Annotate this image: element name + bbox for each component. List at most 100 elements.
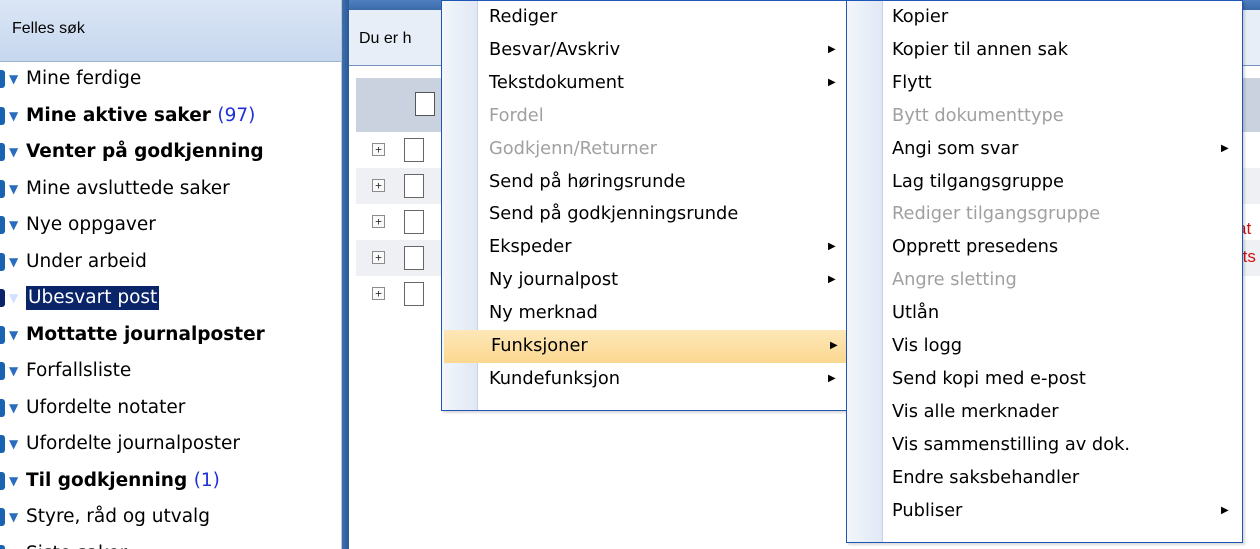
menu-item-funksjoner[interactable]: Funksjoner ▶ bbox=[444, 330, 848, 363]
menu-item-tekstdokument[interactable]: Tekstdokument ▶ bbox=[442, 67, 846, 100]
functions-submenu: Kopier Kopier til annen sak Flytt Bytt doku… bbox=[846, 0, 1243, 543]
menu-item-label: Ekspeder bbox=[489, 236, 572, 258]
sidebar-item-mine-aktive-saker[interactable]: ▼ Mine aktive saker (97) bbox=[0, 98, 341, 135]
sidebar-item-mottatte-journalposter[interactable]: ▼ Mottatte journalposter bbox=[0, 317, 341, 354]
submenu-item-endre-saksbehandler[interactable]: Endre saksbehandler bbox=[847, 462, 1240, 495]
triangle-down-icon[interactable]: ▼ bbox=[9, 499, 18, 536]
submenu-item-opprett-presedens[interactable]: Opprett presedens bbox=[847, 231, 1240, 264]
menu-item-label: Besvar/Avskriv bbox=[489, 38, 621, 60]
menu-item-ny-journalpost[interactable]: Ny journalpost ▶ bbox=[442, 264, 846, 297]
sidebar-item-label: Mine ferdige bbox=[26, 61, 141, 98]
submenu-item-vis-alle-merknader[interactable]: Vis alle merknader bbox=[847, 396, 1240, 429]
expand-icon[interactable]: + bbox=[372, 215, 385, 228]
menu-item-label: Bytt dokumenttype bbox=[892, 104, 1064, 126]
submenu-item-bytt-dokumenttype[interactable]: Bytt dokumenttype bbox=[847, 100, 1240, 133]
menu-item-label: Angre sletting bbox=[892, 269, 1017, 291]
sidebar-item-text: Mottatte journalposter bbox=[26, 323, 265, 345]
triangle-down-icon[interactable]: ▼ bbox=[9, 171, 18, 208]
submenu-item-vis-logg[interactable]: Vis logg bbox=[847, 330, 1240, 363]
sidebar-item-marker bbox=[0, 106, 5, 125]
submenu-item-kopier[interactable]: Kopier bbox=[847, 1, 1240, 34]
menu-item-label: Kundefunksjon bbox=[489, 367, 620, 389]
sidebar-item-ubesvart-post[interactable]: ▼ Ubesvart post bbox=[0, 280, 341, 317]
menu-item-label: Fordel bbox=[489, 104, 544, 126]
triangle-down-icon[interactable]: ▼ bbox=[9, 244, 18, 281]
pane-splitter[interactable] bbox=[342, 0, 349, 549]
sidebar-item-venter-pa-godkjenning[interactable]: ▼ Venter på godkjenning bbox=[0, 134, 341, 171]
triangle-down-icon[interactable]: ▼ bbox=[9, 317, 18, 354]
menu-item-label: Ny merknad bbox=[489, 302, 598, 324]
menu-item-label: Opprett presedens bbox=[892, 236, 1059, 258]
sidebar-item-under-arbeid[interactable]: ▼ Under arbeid bbox=[0, 244, 341, 281]
menu-item-ekspeder[interactable]: Ekspeder ▶ bbox=[442, 231, 846, 264]
menu-item-fordel[interactable]: Fordel bbox=[442, 100, 846, 133]
sidebar-item-marker bbox=[0, 252, 5, 271]
sidebar-item-text: Ufordelte notater bbox=[26, 396, 186, 418]
submenu-item-lag-tilgangsgruppe[interactable]: Lag tilgangsgruppe bbox=[847, 166, 1240, 199]
sidebar-item-text: Siste saker bbox=[26, 543, 127, 549]
submenu-item-flytt[interactable]: Flytt bbox=[847, 67, 1240, 100]
submenu-item-utlan[interactable]: Utlån bbox=[847, 297, 1240, 330]
sidebar-item-mine-ferdige[interactable]: ▼ Mine ferdige bbox=[0, 61, 341, 98]
row-checkbox[interactable] bbox=[404, 282, 424, 306]
sidebar: Felles søk ▼ Mine ferdige ▼ Mine aktive sak… bbox=[0, 0, 342, 549]
triangle-down-icon[interactable]: ▼ bbox=[9, 463, 18, 500]
menu-item-kundefunksjon[interactable]: Kundefunksjon ▶ bbox=[442, 363, 846, 396]
triangle-down-icon[interactable]: ▼ bbox=[9, 280, 18, 317]
menu-item-label: Utlån bbox=[892, 302, 940, 324]
sidebar-item-label: Mine aktive saker (97) bbox=[26, 98, 255, 135]
sidebar-item-marker bbox=[0, 398, 5, 417]
sidebar-item-marker bbox=[0, 179, 5, 198]
submenu-item-publiser[interactable]: Publiser ▶ bbox=[847, 495, 1240, 528]
menu-item-label: Send på høringsrunde bbox=[489, 170, 686, 192]
submenu-item-angre-sletting[interactable]: Angre sletting bbox=[847, 264, 1240, 297]
submenu-item-kopier-til-annen-sak[interactable]: Kopier til annen sak bbox=[847, 34, 1240, 67]
sidebar-item-label: Forfallsliste bbox=[26, 353, 131, 390]
row-checkbox[interactable] bbox=[404, 210, 424, 234]
submenu-item-rediger-tilgangsgruppe[interactable]: Rediger tilgangsgruppe bbox=[847, 198, 1240, 231]
menu-item-label: Funksjoner bbox=[491, 335, 588, 356]
select-all-checkbox[interactable] bbox=[415, 92, 435, 116]
menu-item-label: Publiser bbox=[892, 499, 963, 521]
expand-icon[interactable]: + bbox=[372, 143, 385, 156]
triangle-down-icon[interactable]: ▼ bbox=[9, 390, 18, 427]
expand-icon[interactable]: + bbox=[372, 287, 385, 300]
sidebar-item-marker bbox=[0, 508, 5, 526]
triangle-down-icon[interactable]: ▼ bbox=[9, 134, 18, 171]
sidebar-item-label: Venter på godkjenning bbox=[26, 134, 264, 171]
triangle-down-icon[interactable]: ▼ bbox=[9, 61, 18, 98]
triangle-down-icon[interactable]: ▼ bbox=[9, 426, 18, 463]
sidebar-item-ufordelte-journalposter[interactable]: ▼ Ufordelte journalposter bbox=[0, 426, 341, 463]
submenu-item-vis-sammenstilling-av-dok[interactable]: Vis sammenstilling av dok. bbox=[847, 429, 1240, 462]
expand-icon[interactable]: + bbox=[372, 251, 385, 264]
menu-item-send-pa-godkjenningsrunde[interactable]: Send på godkjenningsrunde bbox=[442, 198, 846, 231]
expand-icon[interactable]: + bbox=[372, 179, 385, 192]
sidebar-item-ufordelte-notater[interactable]: ▼ Ufordelte notater bbox=[0, 390, 341, 427]
sidebar-item-siste-saker[interactable]: ▼ Siste saker bbox=[0, 536, 341, 549]
row-checkbox[interactable] bbox=[404, 246, 424, 270]
menu-item-ny-merknad[interactable]: Ny merknad bbox=[442, 297, 846, 330]
triangle-down-icon[interactable]: ▼ bbox=[9, 98, 18, 135]
sidebar-item-styre-rad-og-utvalg[interactable]: ▼ Styre, råd og utvalg bbox=[0, 499, 341, 536]
menu-item-godkjenn-returner[interactable]: Godkjenn/Returner bbox=[442, 133, 846, 166]
sidebar-item-label: Til godkjenning (1) bbox=[26, 463, 220, 500]
menu-item-rediger[interactable]: Rediger bbox=[442, 1, 846, 34]
sidebar-item-marker bbox=[0, 362, 5, 380]
submenu-item-angi-som-svar[interactable]: Angi som svar ▶ bbox=[847, 133, 1240, 166]
menu-item-send-pa-h-ringsrunde[interactable]: Send på høringsrunde bbox=[442, 166, 846, 199]
sidebar-item-til-godkjenning[interactable]: ▼ Til godkjenning (1) bbox=[0, 463, 341, 500]
sidebar-item-text: Til godkjenning bbox=[26, 469, 188, 491]
sidebar-item-forfallsliste[interactable]: ▼ Forfallsliste bbox=[0, 353, 341, 390]
sidebar-item-text: Ufordelte journalposter bbox=[26, 433, 241, 454]
context-menu: Rediger Besvar/Avskriv ▶ Tekstdokument ▶ Ford… bbox=[441, 0, 849, 411]
row-checkbox[interactable] bbox=[404, 138, 424, 162]
menu-item-label: Endre saksbehandler bbox=[892, 466, 1080, 488]
sidebar-item-mine-avsluttede-saker[interactable]: ▼ Mine avsluttede saker bbox=[0, 171, 341, 208]
submenu-item-send-kopi-med-e-post[interactable]: Send kopi med e-post bbox=[847, 363, 1240, 396]
sidebar-item-nye-oppgaver[interactable]: ▼ Nye oppgaver bbox=[0, 207, 341, 244]
row-checkbox[interactable] bbox=[404, 174, 424, 198]
triangle-down-icon[interactable]: ▼ bbox=[9, 353, 18, 390]
triangle-down-icon[interactable]: ▼ bbox=[9, 207, 18, 244]
menu-item-besvar-avskriv[interactable]: Besvar/Avskriv ▶ bbox=[442, 34, 846, 67]
triangle-down-icon[interactable]: ▼ bbox=[9, 536, 18, 549]
